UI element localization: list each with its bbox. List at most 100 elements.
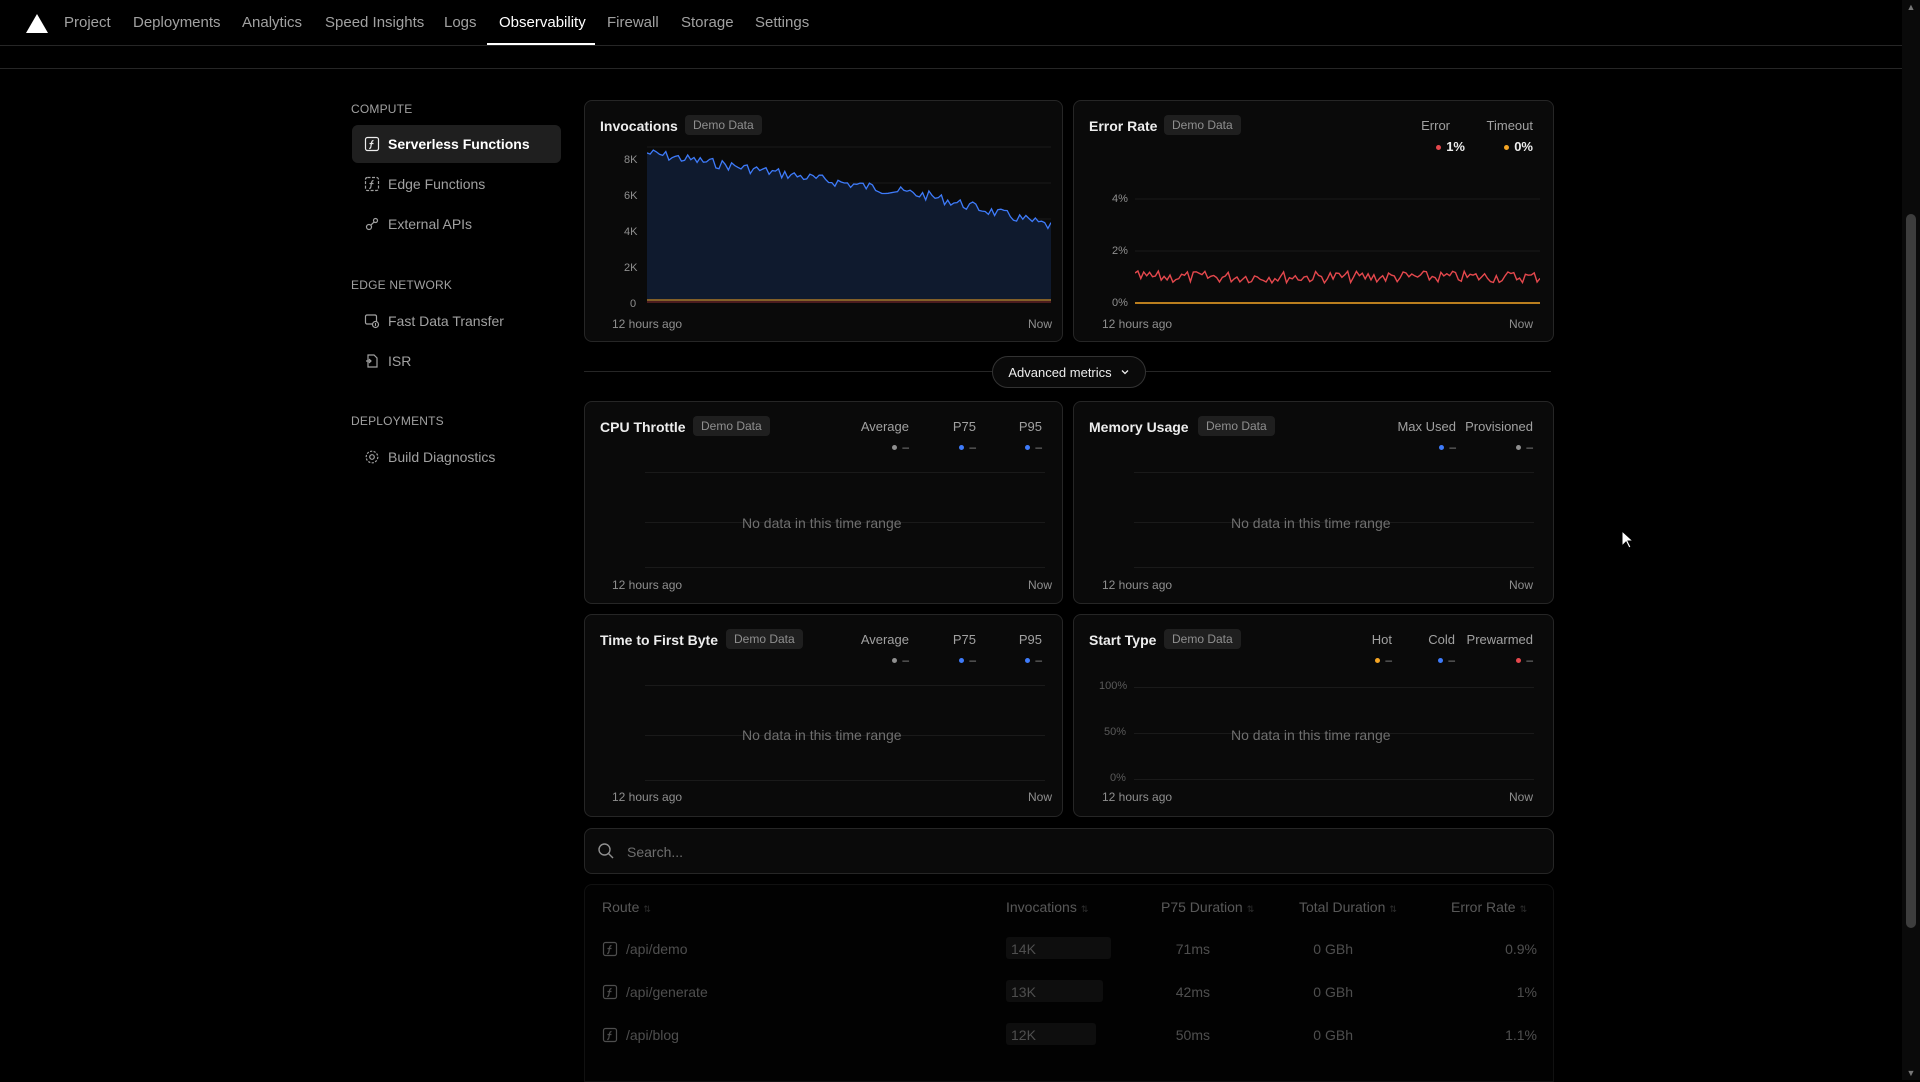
nav-project[interactable]: Project bbox=[64, 14, 111, 31]
legend-p75-value: – bbox=[959, 440, 976, 454]
nav-logs[interactable]: Logs bbox=[444, 14, 477, 31]
p75-duration-value: 50ms bbox=[1175, 1027, 1210, 1043]
sort-icon: ⇅ bbox=[1246, 904, 1255, 914]
sidebar-item-fast-data-transfer[interactable]: Fast Data Transfer bbox=[352, 302, 561, 340]
sidebar-heading-deployments: DEPLOYMENTS bbox=[351, 414, 444, 428]
routes-table: Route ⇅ Invocations ⇅ P75 Duration ⇅ Total … bbox=[584, 884, 1554, 1082]
sidebar-item-serverless-functions[interactable]: Serverless Functions bbox=[352, 125, 561, 163]
time-end-label: Now bbox=[1508, 790, 1533, 804]
error-rate-value: 0.9% bbox=[1505, 941, 1537, 957]
nav-observability[interactable]: Observability bbox=[499, 14, 586, 31]
sidebar-heading-edge-network: EDGE NETWORK bbox=[351, 278, 453, 292]
vercel-logo[interactable] bbox=[26, 14, 48, 33]
card-title: CPU Throttle bbox=[600, 419, 686, 435]
invocations-value: 14K bbox=[1011, 941, 1036, 957]
invocations-chart[interactable] bbox=[647, 145, 1051, 307]
p95-dot-icon bbox=[1025, 658, 1031, 664]
y-tick: 8K bbox=[624, 154, 638, 166]
y-tick: 100% bbox=[1099, 680, 1128, 692]
legend-prewarmed-label: Prewarmed bbox=[1466, 632, 1533, 647]
nav-firewall[interactable]: Firewall bbox=[607, 14, 659, 31]
time-start-label: 12 hours ago bbox=[1102, 578, 1173, 592]
time-start-label: 12 hours ago bbox=[612, 317, 683, 331]
gridline bbox=[1134, 687, 1534, 688]
y-tick: 2K bbox=[624, 262, 638, 274]
sidebar-item-isr[interactable]: ISR bbox=[352, 342, 561, 380]
y-tick: 0 bbox=[630, 298, 637, 310]
route-name[interactable]: /api/demo bbox=[626, 941, 687, 957]
invocations-value: 13K bbox=[1011, 984, 1036, 1000]
mouse-cursor-icon bbox=[1621, 530, 1635, 549]
max-used-dot-icon bbox=[1439, 445, 1445, 451]
search-box bbox=[584, 828, 1554, 874]
gear-icon bbox=[364, 449, 380, 465]
nav-speed-insights[interactable]: Speed Insights bbox=[325, 14, 424, 31]
search-input[interactable] bbox=[625, 839, 1529, 865]
demo-data-badge: Demo Data bbox=[693, 416, 770, 436]
y-tick: 0% bbox=[1110, 772, 1126, 784]
legend-p75-label: P75 bbox=[952, 419, 976, 434]
legend-average-value: – bbox=[892, 653, 909, 667]
sort-icon: ⇅ bbox=[1519, 904, 1528, 914]
nav-deployments[interactable]: Deployments bbox=[133, 14, 221, 31]
average-dot-icon bbox=[892, 445, 898, 451]
prewarmed-dot-icon bbox=[1516, 658, 1522, 664]
column-header-total-duration[interactable]: Total Duration ⇅ bbox=[1299, 899, 1397, 915]
legend-p95-value: – bbox=[1025, 653, 1042, 667]
legend-provisioned-value: – bbox=[1516, 440, 1533, 454]
legend-p95-label: P95 bbox=[1018, 419, 1042, 434]
no-data-message: No data in this time range bbox=[1231, 727, 1391, 743]
error-rate-value: 1% bbox=[1516, 984, 1537, 1000]
gridline bbox=[1134, 472, 1534, 473]
legend-p95-value: – bbox=[1025, 440, 1042, 454]
card-title: Memory Usage bbox=[1089, 419, 1189, 435]
p75-dot-icon bbox=[959, 658, 965, 664]
nav-storage[interactable]: Storage bbox=[681, 14, 734, 31]
sort-icon: ⇅ bbox=[1389, 904, 1397, 914]
p75-duration-value: 42ms bbox=[1175, 984, 1210, 1000]
scroll-down-arrow-icon[interactable]: ▼ bbox=[1906, 1068, 1916, 1078]
no-data-message: No data in this time range bbox=[742, 727, 902, 743]
legend-p75-label: P75 bbox=[952, 632, 976, 647]
legend-average-label: Average bbox=[860, 419, 909, 434]
column-header-p75-duration[interactable]: P75 Duration ⇅ bbox=[1161, 899, 1254, 915]
sidebar-item-edge-functions[interactable]: Edge Functions bbox=[352, 165, 561, 203]
legend-p75-value: – bbox=[959, 653, 976, 667]
time-start-label: 12 hours ago bbox=[1102, 790, 1173, 804]
column-header-invocations[interactable]: Invocations ⇅ bbox=[1006, 899, 1088, 915]
nav-analytics[interactable]: Analytics bbox=[242, 14, 302, 31]
function-icon bbox=[602, 984, 618, 1000]
sidebar-item-build-diagnostics[interactable]: Build Diagnostics bbox=[352, 438, 561, 476]
timeout-dot-icon bbox=[1504, 145, 1510, 151]
sort-icon: ⇅ bbox=[1080, 904, 1089, 914]
sidebar-item-label: Edge Functions bbox=[388, 176, 486, 192]
route-name[interactable]: /api/blog bbox=[626, 1027, 679, 1043]
gridline bbox=[1134, 779, 1534, 780]
card-title: Error Rate bbox=[1089, 118, 1158, 134]
advanced-metrics-label: Advanced metrics bbox=[1008, 364, 1112, 380]
scrollbar-thumb[interactable] bbox=[1906, 214, 1916, 928]
invocations-area bbox=[647, 150, 1051, 301]
error-rate-chart[interactable] bbox=[1135, 191, 1540, 307]
demo-data-badge: Demo Data bbox=[1164, 629, 1241, 649]
scroll-up-arrow-icon[interactable]: ▲ bbox=[1906, 2, 1916, 12]
route-name[interactable]: /api/generate bbox=[626, 984, 708, 1000]
time-start-label: 12 hours ago bbox=[612, 578, 683, 592]
y-tick: 2% bbox=[1112, 245, 1128, 257]
invocations-value: 12K bbox=[1011, 1027, 1036, 1043]
card-title: Start Type bbox=[1089, 632, 1157, 648]
legend-average-label: Average bbox=[860, 632, 909, 647]
gridline bbox=[645, 472, 1045, 473]
nav-settings[interactable]: Settings bbox=[755, 14, 809, 31]
advanced-metrics-button[interactable]: Advanced metrics bbox=[992, 356, 1146, 388]
subheader-divider bbox=[0, 68, 1902, 69]
sidebar-item-label: Serverless Functions bbox=[388, 136, 530, 152]
demo-data-badge: Demo Data bbox=[1164, 115, 1241, 135]
sidebar-item-external-apis[interactable]: External APIs bbox=[352, 205, 561, 243]
sidebar-heading-compute: COMPUTE bbox=[351, 102, 413, 116]
legend-error-value: 1% bbox=[1436, 139, 1465, 154]
gridline bbox=[645, 567, 1045, 568]
column-header-error-rate[interactable]: Error Rate ⇅ bbox=[1451, 899, 1527, 915]
no-data-message: No data in this time range bbox=[1231, 515, 1391, 531]
column-header-route[interactable]: Route ⇅ bbox=[602, 899, 651, 915]
